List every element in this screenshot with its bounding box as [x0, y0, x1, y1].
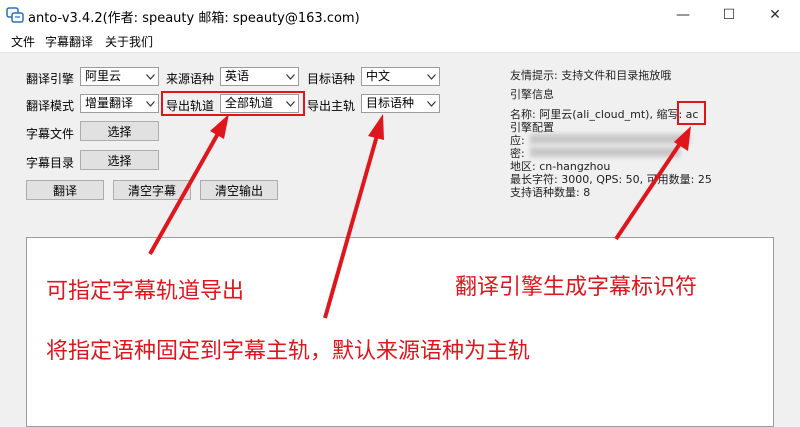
annotation-main-track: 将指定语种固定到字幕主轨，默认来源语种为主轨: [46, 339, 531, 364]
annotation-export-track: 可指定字幕轨道导出: [46, 279, 245, 304]
annotation-engine-abbr: 翻译引擎生成字幕标识符: [455, 275, 698, 300]
